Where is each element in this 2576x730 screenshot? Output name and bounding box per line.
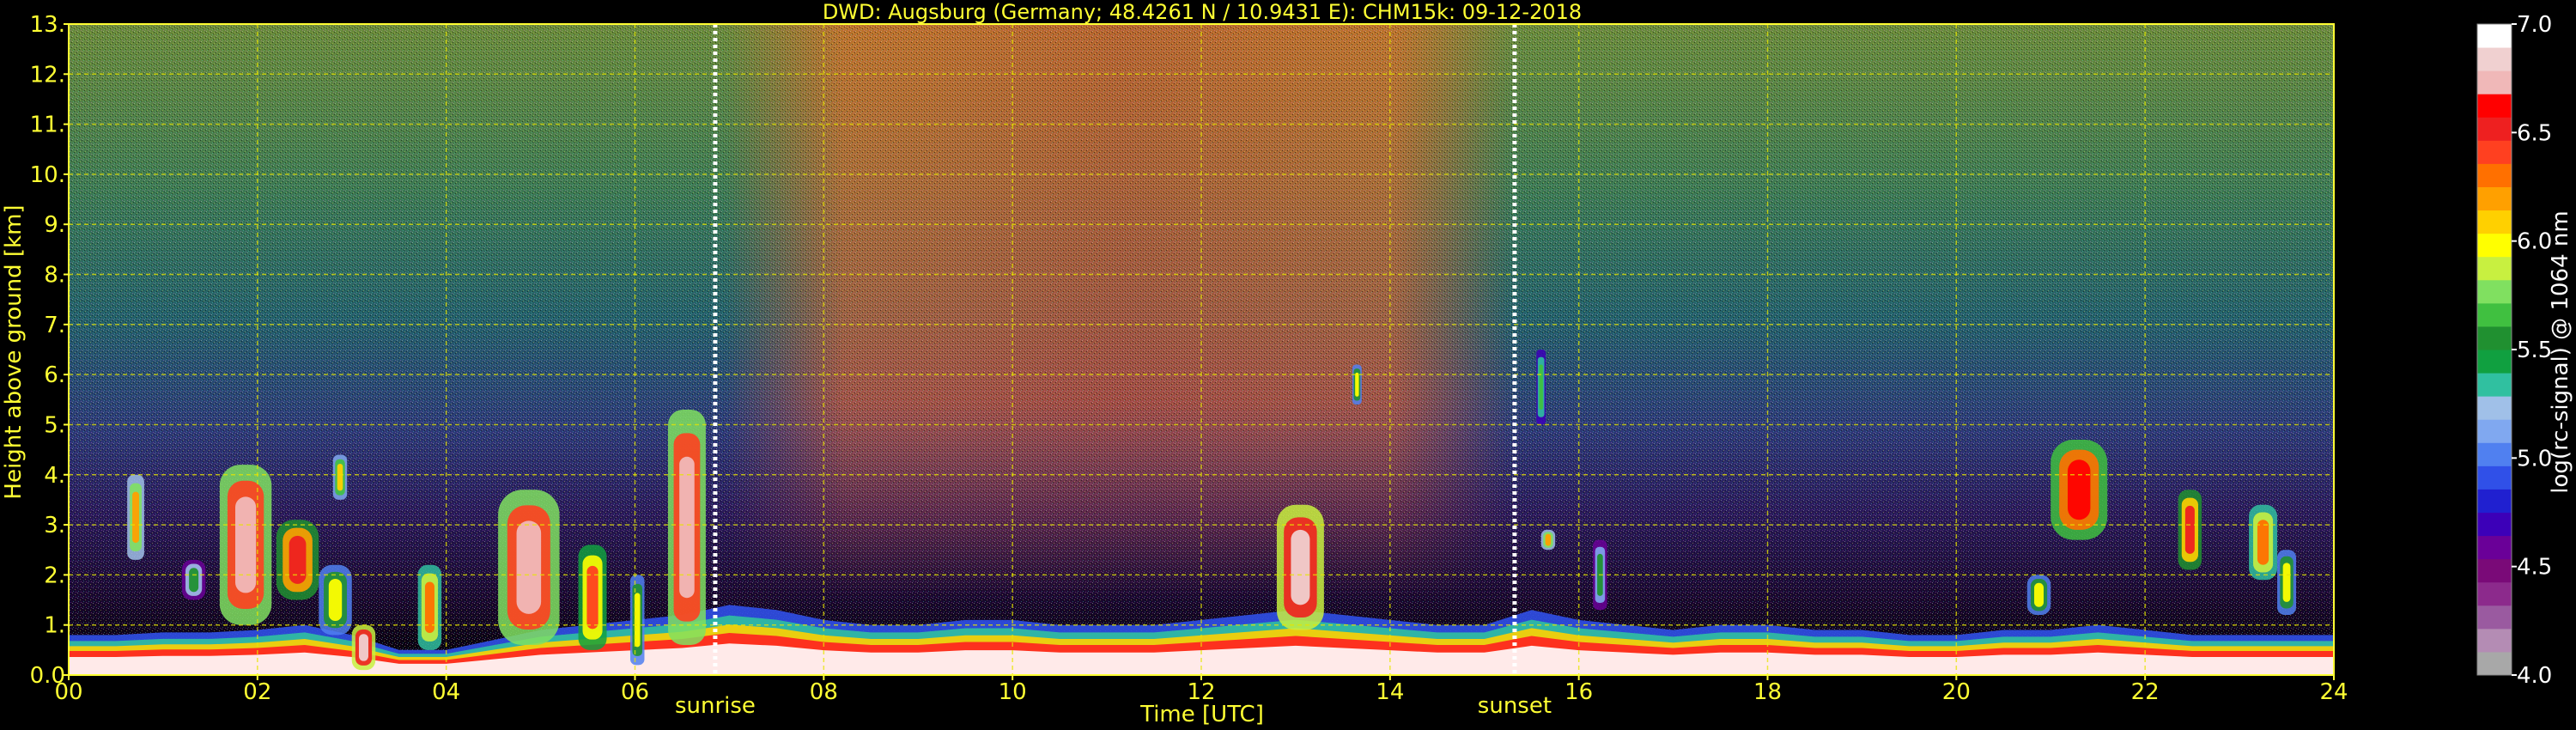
colorbar-swatch xyxy=(2477,350,2512,374)
colorbar-swatch xyxy=(2477,163,2512,187)
colorbar-swatch xyxy=(2477,581,2512,606)
cloud-peak xyxy=(132,491,139,544)
colorbar-swatch xyxy=(2477,302,2512,327)
y-tick-label: 11. xyxy=(30,113,65,138)
cloud-peak xyxy=(2257,520,2269,565)
colorbar-swatch xyxy=(2477,535,2512,560)
colorbar-swatch xyxy=(2477,210,2512,234)
sunrise-label: sunrise xyxy=(675,693,756,719)
cloud-peak xyxy=(1539,364,1543,410)
cloud-peak xyxy=(1355,372,1359,397)
colorbar-swatch xyxy=(2477,186,2512,211)
colorbar-swatch xyxy=(2477,605,2512,630)
colorbar-swatch xyxy=(2477,512,2512,537)
colorbar-swatch xyxy=(2477,651,2512,676)
y-tick-label: 12. xyxy=(30,62,65,88)
colorbar-swatch xyxy=(2477,117,2512,141)
colorbar-swatch xyxy=(2477,140,2512,164)
y-tick-label: 1. xyxy=(44,613,65,639)
x-tick-label: 04 xyxy=(432,679,460,705)
colorbar-swatch xyxy=(2477,325,2512,350)
colorbar-label: log(rc-signal) @ 1064 nm xyxy=(2548,210,2573,493)
x-tick-label: 14 xyxy=(1376,679,1404,705)
cloud-peak xyxy=(337,463,343,491)
colorbar-swatch xyxy=(2477,396,2512,420)
colorbar-swatch xyxy=(2477,94,2512,118)
colorbar-swatch xyxy=(2477,558,2512,583)
y-tick-label: 6. xyxy=(44,362,65,388)
colorbar-swatch xyxy=(2477,373,2512,397)
y-tick-label: 0.0 xyxy=(30,663,65,689)
x-tick-label: 02 xyxy=(243,679,271,705)
cloud-peak xyxy=(516,520,542,614)
x-tick-label: 20 xyxy=(1942,679,1971,705)
y-tick-label: 8. xyxy=(44,263,65,289)
colorbar-swatch xyxy=(2477,47,2512,71)
x-tick-label: 06 xyxy=(621,679,649,705)
y-tick-label: 3. xyxy=(44,513,65,538)
y-tick-label: 2. xyxy=(44,563,65,588)
cloud-peak xyxy=(1545,533,1552,546)
x-axis-label: Time [UTC] xyxy=(1139,702,1264,727)
colorbar-swatch xyxy=(2477,24,2512,48)
cloud-peak xyxy=(2184,505,2195,554)
cloud-peak xyxy=(189,568,199,593)
x-tick-label: 24 xyxy=(2319,679,2348,705)
cloud-peak xyxy=(2068,459,2091,520)
cloud-peak xyxy=(1291,529,1310,605)
cloud-peak xyxy=(235,496,257,593)
sunset-label: sunset xyxy=(1478,693,1552,719)
colorbar-tick-label: 7.0 xyxy=(2517,12,2552,38)
y-axis-label: Height above ground [km] xyxy=(1,204,27,499)
colorbar-tick-label: 4.0 xyxy=(2517,663,2552,689)
y-tick-label: 10. xyxy=(30,162,65,188)
colorbar-swatch xyxy=(2477,70,2512,94)
colorbar-swatch xyxy=(2477,233,2512,258)
colorbar-swatch xyxy=(2477,256,2512,281)
cloud-peak xyxy=(289,535,307,584)
colorbar-swatch xyxy=(2477,442,2512,466)
colorbar-swatch xyxy=(2477,628,2512,653)
x-tick-label: 22 xyxy=(2131,679,2160,705)
colorbar-swatch xyxy=(2477,419,2512,443)
colorbar-swatch xyxy=(2477,465,2512,490)
colorbar-swatch xyxy=(2477,279,2512,304)
x-tick-label: 18 xyxy=(1753,679,1782,705)
cloud-peak xyxy=(358,634,368,661)
colorbar-swatch xyxy=(2477,489,2512,513)
x-tick-label: 10 xyxy=(999,679,1027,705)
x-tick-label: 16 xyxy=(1564,679,1593,705)
ceilometer-chart: sunrise sunset 00 02 04 06 08 10 12 14 16 18 20 22 24… xyxy=(1,0,2573,727)
x-tick-label: 08 xyxy=(810,679,838,705)
cloud-peak xyxy=(2282,563,2291,602)
colorbar: 4.04.55.05.56.06.57.0 xyxy=(2476,12,2552,689)
colorbar-tick-label: 4.5 xyxy=(2517,555,2552,581)
y-tick-label: 5. xyxy=(44,412,65,438)
y-tick-label: 9. xyxy=(44,212,65,238)
chart-title: DWD: Augsburg (Germany; 48.4261 N / 10.9… xyxy=(823,0,1582,24)
cloud-peak xyxy=(328,579,343,622)
y-tick-label: 7. xyxy=(44,313,65,338)
y-tick-label: 13. xyxy=(30,12,65,38)
cloud-peak xyxy=(679,456,695,599)
y-tick-label: 4. xyxy=(44,463,65,489)
cloud-peak xyxy=(2034,582,2044,607)
colorbar-tick-label: 6.5 xyxy=(2517,120,2552,146)
